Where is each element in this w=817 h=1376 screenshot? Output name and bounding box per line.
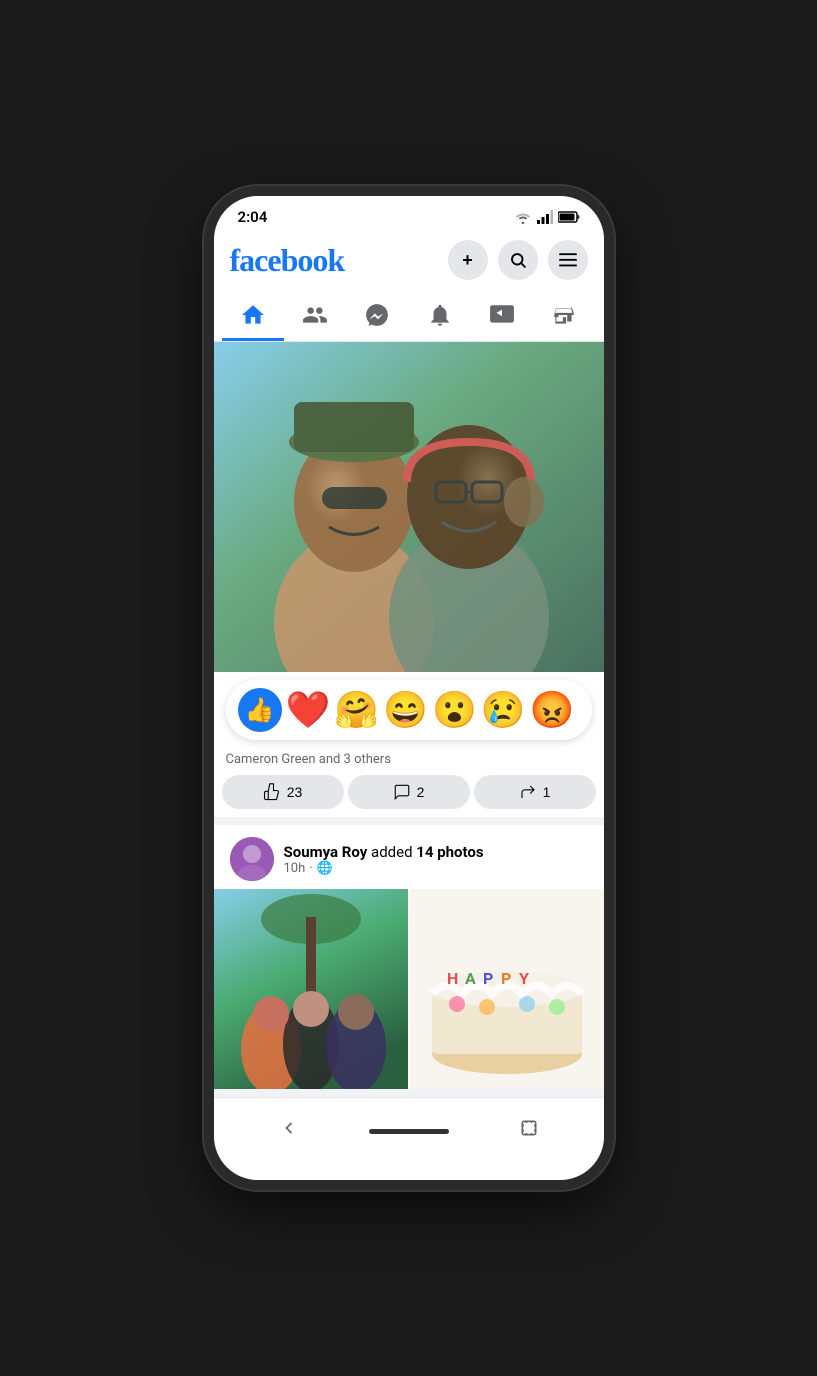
home-icon (240, 302, 266, 328)
haha-reaction[interactable]: 😄 (383, 689, 428, 731)
svg-text:P: P (501, 969, 511, 988)
menu-button[interactable] (548, 240, 588, 280)
tab-friends[interactable] (284, 292, 346, 341)
photos-grid: H A P P Y (214, 889, 604, 1089)
reaction-bar: 👍 ❤️ 🤗 😄 😮 😢 😡 (226, 680, 592, 740)
nav-tabs (214, 292, 604, 342)
angry-reaction[interactable]: 😡 (530, 689, 575, 731)
tab-notifications[interactable] (408, 292, 470, 341)
svg-text:Y: Y (519, 969, 529, 988)
like-reaction[interactable]: 👍 (238, 688, 282, 732)
post-author: Soumya Roy added 14 photos (284, 843, 588, 861)
signal-icon (537, 210, 553, 224)
battery-icon (558, 211, 580, 223)
photo-2-svg: H A P P Y (410, 889, 604, 1089)
tab-home[interactable] (222, 292, 284, 341)
bell-icon (427, 302, 453, 328)
comment-count: 2 (417, 784, 425, 800)
messenger-icon (364, 302, 390, 328)
header: facebook + (214, 232, 604, 292)
reactors-text: Cameron Green and 3 others (214, 748, 604, 771)
back-button[interactable] (267, 1114, 311, 1148)
comment-button[interactable]: 2 (348, 775, 470, 809)
photo-1-svg (214, 889, 408, 1089)
activity-text: added 14 photos (371, 843, 484, 861)
wifi-icon (514, 210, 532, 224)
phone-frame: 2:04 facebook (214, 196, 604, 1180)
search-icon (509, 251, 527, 269)
friends-icon (302, 302, 328, 328)
sad-reaction[interactable]: 😢 (481, 689, 526, 731)
status-icons (514, 210, 580, 224)
add-button[interactable]: + (448, 240, 488, 280)
post-time: 10h · 🌐 (284, 861, 588, 876)
menu-icon (559, 253, 577, 267)
share-button[interactable]: 1 (474, 775, 596, 809)
like-button[interactable]: 23 (222, 775, 344, 809)
watch-icon (489, 302, 515, 328)
post-photo (214, 342, 604, 672)
photo-cell-1[interactable] (214, 889, 408, 1089)
share-icon (519, 783, 537, 801)
status-bar: 2:04 (214, 196, 604, 232)
tab-marketplace[interactable] (533, 292, 595, 341)
like-icon (263, 783, 281, 801)
post2-header: Soumya Roy added 14 photos 10h · 🌐 (214, 825, 604, 889)
tab-messenger[interactable] (346, 292, 408, 341)
love-reaction[interactable]: ❤️ (286, 689, 331, 731)
comment-icon (393, 783, 411, 801)
care-reaction[interactable]: 🤗 (334, 689, 379, 731)
post-2: Soumya Roy added 14 photos 10h · 🌐 (214, 825, 604, 1089)
header-actions: + (448, 240, 588, 280)
rotate-button[interactable] (507, 1114, 551, 1148)
post-1: 👍 ❤️ 🤗 😄 😮 😢 😡 Cameron Green and 3 other… (214, 342, 604, 817)
rotate-icon (519, 1118, 539, 1138)
action-buttons: 23 2 1 (214, 771, 604, 817)
post-image-svg (214, 342, 604, 672)
tab-watch[interactable] (471, 292, 533, 341)
avatar-image (230, 837, 274, 881)
marketplace-icon (551, 302, 577, 328)
time-display: 2:04 (238, 208, 268, 226)
svg-text:P: P (483, 969, 493, 988)
facebook-logo: facebook (230, 242, 345, 279)
feed: 👍 ❤️ 🤗 😄 😮 😢 😡 Cameron Green and 3 other… (214, 342, 604, 1097)
share-count: 1 (543, 784, 551, 800)
avatar (230, 837, 274, 881)
home-indicator (369, 1129, 449, 1134)
search-button[interactable] (498, 240, 538, 280)
back-icon (279, 1118, 299, 1138)
privacy-icon: 🌐 (317, 861, 333, 876)
svg-text:A: A (465, 969, 476, 988)
svg-text:H: H (447, 969, 458, 988)
photo-cell-2[interactable]: H A P P Y (410, 889, 604, 1089)
bottom-nav (214, 1097, 604, 1180)
thumbs-up-emoji: 👍 (245, 696, 275, 724)
wow-reaction[interactable]: 😮 (432, 689, 477, 731)
like-count: 23 (287, 784, 303, 800)
post-meta: Soumya Roy added 14 photos 10h · 🌐 (284, 843, 588, 876)
post-image-container[interactable] (214, 342, 604, 672)
